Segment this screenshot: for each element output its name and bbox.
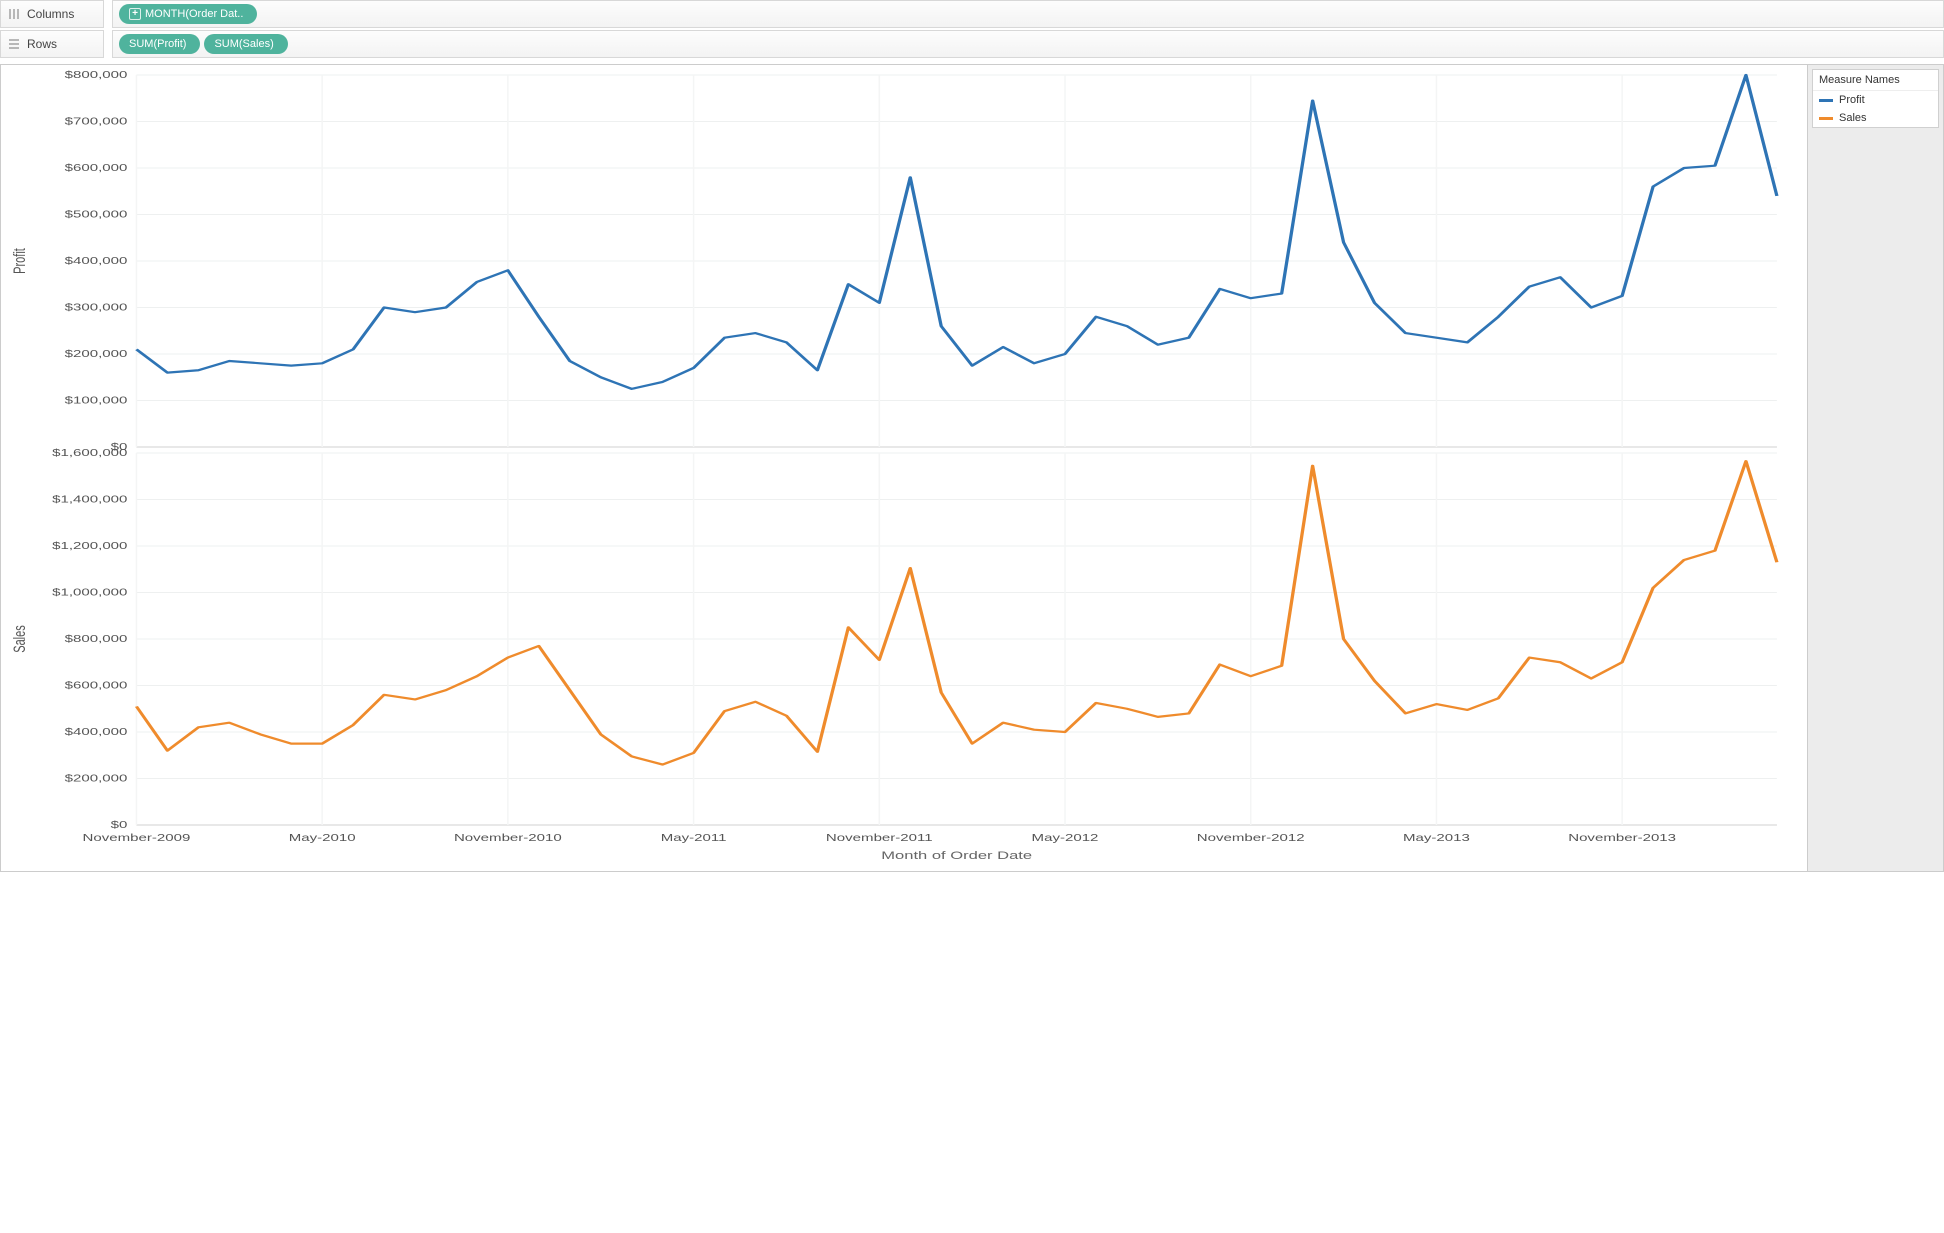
columns-icon <box>7 8 21 20</box>
columns-shelf-body[interactable]: + MONTH(Order Dat.. <box>112 0 1944 28</box>
legend-item-profit[interactable]: Profit <box>1813 91 1938 109</box>
svg-text:$1,600,000: $1,600,000 <box>52 447 127 459</box>
columns-label-text: Columns <box>27 7 74 21</box>
svg-text:May-2012: May-2012 <box>1032 832 1099 844</box>
pill-label: SUM(Profit) <box>129 34 186 54</box>
svg-text:Sales: Sales <box>10 625 29 653</box>
svg-text:November-2012: November-2012 <box>1197 832 1305 844</box>
svg-text:November-2013: November-2013 <box>1568 832 1676 844</box>
legend-swatch-profit <box>1819 99 1833 102</box>
svg-text:Profit: Profit <box>10 248 29 274</box>
rows-icon <box>7 38 21 50</box>
svg-text:$0: $0 <box>111 819 128 831</box>
svg-text:$1,400,000: $1,400,000 <box>52 493 127 505</box>
columns-shelf-label[interactable]: Columns <box>0 0 104 28</box>
pill-label: SUM(Sales) <box>214 34 273 54</box>
svg-text:$400,000: $400,000 <box>65 255 128 267</box>
legend-swatch-sales <box>1819 117 1833 120</box>
legend-title: Measure Names <box>1813 70 1938 91</box>
viz-area[interactable]: $0 $100,000 $200,000 $300,000 $400,000 $500,0… <box>1 65 1807 871</box>
workspace: $0 $100,000 $200,000 $300,000 $400,000 $500,0… <box>0 64 1944 872</box>
svg-text:$1,000,000: $1,000,000 <box>52 586 127 598</box>
svg-text:November-2011: November-2011 <box>826 832 933 844</box>
svg-text:$100,000: $100,000 <box>65 394 128 406</box>
svg-text:May-2011: May-2011 <box>661 832 727 844</box>
svg-text:$800,000: $800,000 <box>65 69 128 81</box>
pill-month-order-date[interactable]: + MONTH(Order Dat.. <box>119 4 257 24</box>
columns-shelf-row: Columns + MONTH(Order Dat.. <box>0 0 1944 28</box>
svg-text:Month of Order Date: Month of Order Date <box>881 849 1032 862</box>
legend-panel: Measure Names Profit Sales <box>1807 65 1943 871</box>
rows-shelf-label[interactable]: Rows <box>0 30 104 58</box>
rows-shelf-row: Rows SUM(Profit) SUM(Sales) <box>0 30 1944 58</box>
svg-text:$600,000: $600,000 <box>65 162 128 174</box>
svg-text:November-2010: November-2010 <box>454 832 562 844</box>
svg-text:$1,200,000: $1,200,000 <box>52 540 127 552</box>
pill-label: MONTH(Order Dat.. <box>145 4 243 24</box>
legend-label: Sales <box>1839 112 1867 124</box>
svg-text:November-2009: November-2009 <box>83 832 191 844</box>
pill-sum-sales[interactable]: SUM(Sales) <box>204 34 287 54</box>
svg-text:May-2013: May-2013 <box>1403 832 1470 844</box>
svg-text:May-2010: May-2010 <box>289 832 356 844</box>
svg-text:$200,000: $200,000 <box>65 348 128 360</box>
rows-label-text: Rows <box>27 37 57 51</box>
svg-text:$200,000: $200,000 <box>65 772 128 784</box>
pill-sum-profit[interactable]: SUM(Profit) <box>119 34 200 54</box>
svg-text:$700,000: $700,000 <box>65 115 128 127</box>
legend-label: Profit <box>1839 94 1865 106</box>
legend-item-sales[interactable]: Sales <box>1813 109 1938 127</box>
svg-text:$500,000: $500,000 <box>65 208 128 220</box>
expand-icon: + <box>129 8 141 20</box>
rows-shelf-body[interactable]: SUM(Profit) SUM(Sales) <box>112 30 1944 58</box>
legend-card[interactable]: Measure Names Profit Sales <box>1812 69 1939 128</box>
svg-text:$800,000: $800,000 <box>65 633 128 645</box>
svg-text:$400,000: $400,000 <box>65 726 128 738</box>
svg-text:$600,000: $600,000 <box>65 679 128 691</box>
svg-text:$300,000: $300,000 <box>65 301 128 313</box>
